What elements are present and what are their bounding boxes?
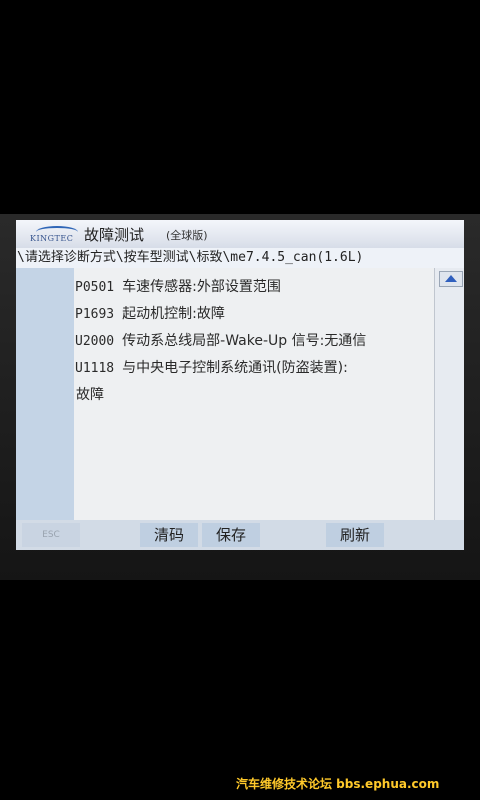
breadcrumb: \请选择诊断方式\按车型测试\标致\me7.4.5_can(1.6L) bbox=[16, 248, 464, 269]
breadcrumb-path: \请选择诊断方式\按车型测试\标致\me7.4.5_can(1.6L) bbox=[17, 250, 364, 265]
dtc-list: P0501 车速传感器:外部设置范围 P1693 起动机控制:故障 U2000 传动系… bbox=[74, 268, 434, 409]
dtc-description: 与中央电子控制系统通讯(防盗装置): bbox=[122, 360, 348, 376]
dtc-description: 传动系总线局部-Wake-Up 信号:无通信 bbox=[122, 333, 367, 349]
dtc-description: 车速传感器:外部设置范围 bbox=[122, 279, 281, 295]
title-bar: KINGTEC 故障测试 (全球版) bbox=[16, 220, 464, 248]
dtc-row[interactable]: U1118 与中央电子控制系统通讯(防盗装置): bbox=[74, 355, 434, 382]
save-button[interactable]: 保存 bbox=[202, 523, 260, 547]
forum-watermark: 汽车维修技术论坛 bbs.ephua.com bbox=[230, 775, 446, 795]
esc-button[interactable]: ESC bbox=[22, 523, 80, 547]
dtc-row-continuation[interactable]: 故障 bbox=[74, 382, 434, 409]
scrollbar[interactable] bbox=[434, 268, 464, 520]
kingtec-logo: KINGTEC bbox=[30, 226, 88, 246]
dtc-row[interactable]: U2000 传动系总线局部-Wake-Up 信号:无通信 bbox=[74, 328, 434, 355]
page-title: 故障测试 bbox=[84, 226, 145, 244]
logo-text: KINGTEC bbox=[30, 234, 74, 243]
refresh-button[interactable]: 刷新 bbox=[326, 523, 384, 547]
dtc-row[interactable]: P1693 起动机控制:故障 bbox=[74, 301, 434, 328]
dtc-description-continuation: 故障 bbox=[76, 387, 104, 403]
dtc-code: P0501 bbox=[75, 280, 115, 295]
dtc-code: U1118 bbox=[75, 361, 115, 376]
dtc-list-pane[interactable]: P0501 车速传感器:外部设置范围 P1693 起动机控制:故障 U2000 传动系… bbox=[74, 268, 434, 520]
diagnostic-screen: KINGTEC 故障测试 (全球版) \请选择诊断方式\按车型测试\标致\me7… bbox=[16, 220, 464, 550]
softkey-bar: ESC 清码 保存 刷新 bbox=[16, 520, 464, 550]
clear-codes-button[interactable]: 清码 bbox=[140, 523, 198, 547]
page-subtitle: (全球版) bbox=[166, 229, 208, 242]
left-rail bbox=[16, 268, 74, 520]
dtc-code: U2000 bbox=[75, 334, 115, 349]
dtc-row[interactable]: P0501 车速传感器:外部设置范围 bbox=[74, 274, 434, 301]
scroll-up-arrow-icon[interactable] bbox=[439, 271, 463, 287]
dtc-description: 起动机控制:故障 bbox=[122, 306, 225, 322]
dtc-code: P1693 bbox=[75, 307, 115, 322]
